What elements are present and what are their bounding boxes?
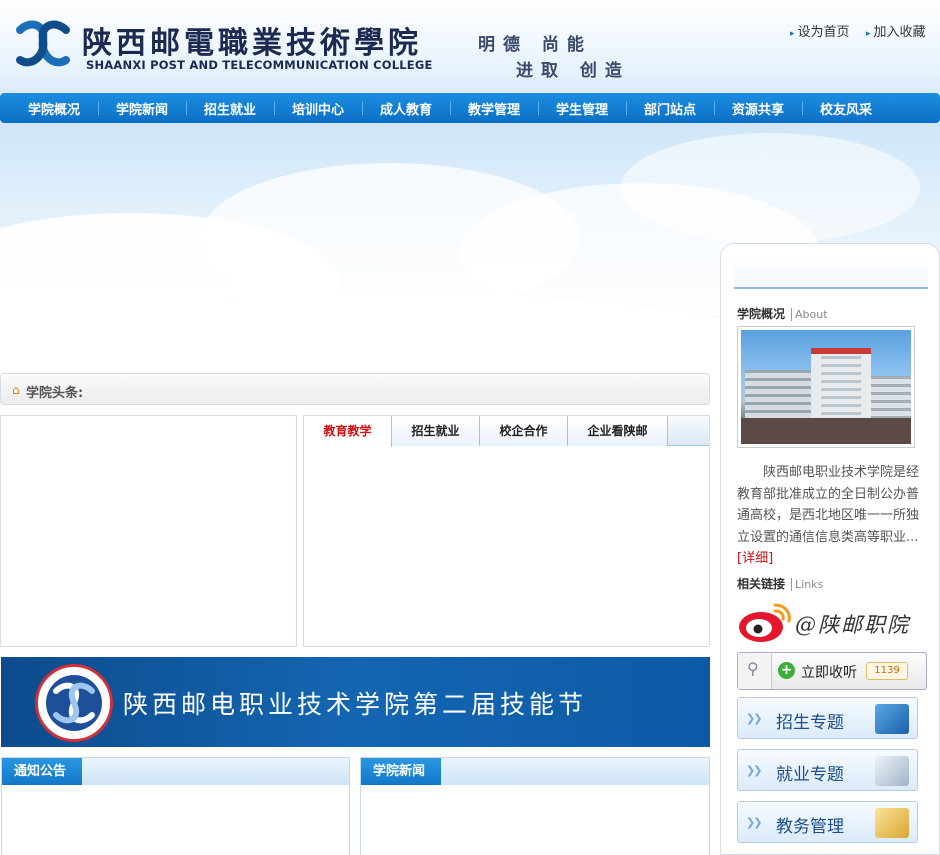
add-favorite-label: 加入收藏 [873,25,926,40]
headline-bar: ⌂ 学院头条: [0,373,710,405]
tab-bar: 教育教学 招生就业 校企合作 企业看陕邮 [304,416,709,447]
double-arrow-icon: ❯❯ [746,816,763,829]
motto-line-1: 明德 尚能 [478,35,592,55]
arrow-icon: ▸ [790,29,795,39]
site-header: 陕西邮電職業技術學院 SHAANXI POST AND TELECOMMUNIC… [0,0,940,93]
computer-icon [875,704,909,734]
academic-affairs-button[interactable]: ❯❯ 教务管理 [737,801,918,843]
college-name-en: SHAANXI POST AND TELECOMMUNICATION COLLE… [86,58,433,72]
skill-festival-banner[interactable]: 陕西邮电职业技术学院第二届技能节 [1,657,710,747]
follow-widget[interactable]: ⚲ + 立即收听 1139 [737,652,927,690]
admissions-topic-label: 招生专题 [776,713,844,733]
weibo-avatar: ⚲ [738,653,772,689]
links-title: 相关链接 [737,577,786,591]
tab-enterprise[interactable]: 企业看陕邮 [568,416,668,446]
headline-label: 学院头条: [26,386,84,401]
tabbed-news: 教育教学 招生就业 校企合作 企业看陕邮 [303,415,710,647]
news-panel-header: 学院新闻 [361,758,709,785]
weibo-handle: @陕邮职院 [795,613,910,637]
nav-item-departments[interactable]: 部门站点 [626,99,714,118]
tab-admissions[interactable]: 招生就业 [392,416,480,446]
about-description: 陕西邮电职业技术学院是经教育部批准成立的全日制公办普通高校，是西北地区唯一一所独… [737,462,923,570]
campus-photo[interactable] [737,326,915,448]
weibo-link[interactable]: @陕邮职院 [737,599,917,647]
follower-count: 1139 [866,662,908,680]
double-arrow-icon: ❯❯ [746,712,763,725]
links-subtitle: Links [791,578,824,591]
handshake-icon [875,756,909,786]
nav-item-resources[interactable]: 资源共享 [714,99,802,118]
nav-item-admissions[interactable]: 招生就业 [186,99,274,118]
nav-item-about[interactable]: 学院概况 [10,99,98,118]
nav-item-news[interactable]: 学院新闻 [98,99,186,118]
festival-emblem-icon [35,664,113,742]
add-favorite-link[interactable]: ▸ 加入收藏 [866,21,926,40]
nav-item-students[interactable]: 学生管理 [538,99,626,118]
college-logo-icon[interactable] [16,18,70,74]
college-name-cn[interactable]: 陕西邮電職業技術學院 [82,18,422,62]
notices-panel-header: 通知公告 [2,758,349,785]
news-panel: 学院新闻 [360,757,710,855]
main-nav: 学院概况 学院新闻 招生就业 培训中心 成人教育 教学管理 学生管理 部门站点 … [0,93,940,123]
about-heading: 学院概况 About [737,305,828,322]
academic-affairs-label: 教务管理 [776,817,844,837]
admissions-topic-button[interactable]: ❯❯ 招生专题 [737,697,918,739]
about-title: 学院概况 [737,307,786,321]
news-panel-title[interactable]: 学院新闻 [361,758,441,785]
campus-photo-image [741,330,911,444]
tab-teaching[interactable]: 教育教学 [304,416,392,447]
nav-item-teaching[interactable]: 教学管理 [450,99,538,118]
weibo-icon [739,603,791,642]
right-sidebar: 学院概况 About 陕西邮电职业技术学院是经教育部批准成立的全日制公办普通高校，… [720,243,940,855]
about-more-link[interactable]: [详细] [737,551,773,566]
nav-item-alumni[interactable]: 校友风采 [802,99,890,118]
employment-topic-label: 就业专题 [776,765,844,785]
about-text: 陕西邮电职业技术学院是经教育部批准成立的全日制公办普通高校，是西北地区唯一一所独… [737,465,920,545]
arrow-icon: ▸ [866,29,871,39]
follow-label: 立即收听 [801,665,857,681]
magnifier-icon: ⚲ [747,659,759,678]
set-homepage-link[interactable]: ▸ 设为首页 [790,21,850,40]
nav-item-training[interactable]: 培训中心 [274,99,362,118]
double-arrow-icon: ❯❯ [746,764,763,777]
skill-festival-title: 陕西邮电职业技术学院第二届技能节 [123,690,588,719]
tab-cooperation[interactable]: 校企合作 [480,416,568,446]
plus-icon: + [778,662,795,679]
motto-line-2: 进取 创造 [516,61,630,81]
sidebar-header-strip [734,255,928,289]
set-homepage-label: 设为首页 [797,25,850,40]
home-icon: ⌂ [12,383,20,397]
notices-panel: 通知公告 [1,757,350,855]
about-subtitle: About [791,308,828,321]
links-heading: 相关链接 Links [737,575,824,592]
employment-topic-button[interactable]: ❯❯ 就业专题 [737,749,918,791]
nav-item-adult-education[interactable]: 成人教育 [362,99,450,118]
news-slideshow[interactable] [0,415,297,647]
folder-icon [875,808,909,838]
notices-panel-title[interactable]: 通知公告 [2,758,82,785]
